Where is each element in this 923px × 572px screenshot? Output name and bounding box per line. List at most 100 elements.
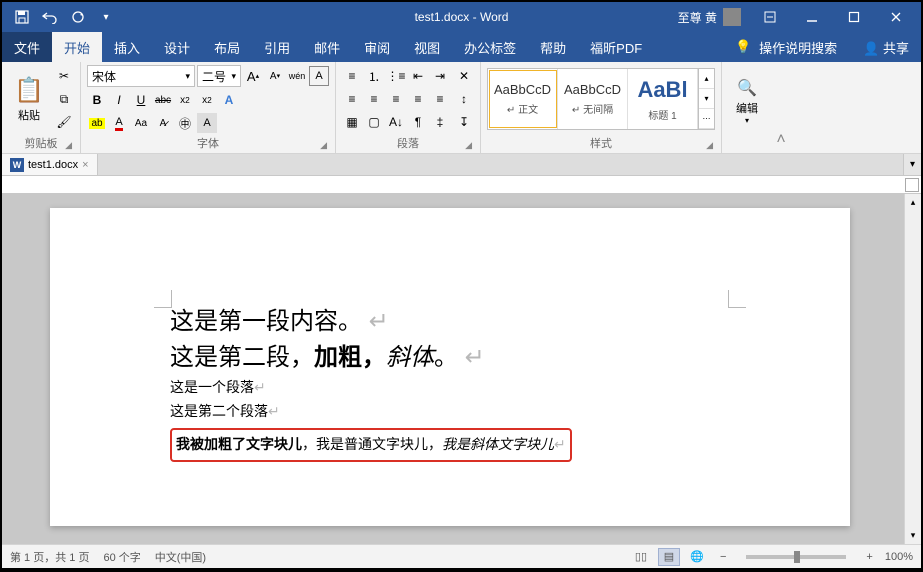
tab-review[interactable]: 审阅 (352, 32, 402, 62)
increase-indent-button[interactable]: ⇥ (430, 66, 450, 86)
ruler-toggle[interactable] (905, 178, 919, 192)
doc-paragraph[interactable]: 我被加粗了文字块儿，我是普通文字块儿，我是斜体文字块儿↵ (176, 438, 566, 453)
asian-layout-button[interactable]: ✕ (454, 66, 474, 86)
underline-button[interactable]: U (131, 90, 151, 110)
styles-launcher[interactable]: ◢ (706, 140, 713, 151)
style-heading1[interactable]: AaBl 标题 1 (628, 69, 698, 129)
tabbar-menu[interactable]: ▾ (903, 154, 921, 175)
paste-button[interactable]: 📋 粘贴 (8, 66, 50, 132)
tab-help[interactable]: 帮助 (528, 32, 578, 62)
page[interactable]: 这是第一段内容。 ↵ 这是第二段，加粗，斜体。 ↵ 这是一个段落↵ 这是第二个段… (50, 208, 850, 526)
shrink-font-button[interactable]: A▾ (265, 66, 285, 86)
doc-paragraph[interactable]: 这是第一段内容。 ↵ (170, 304, 730, 340)
tab-home[interactable]: 开始 (52, 32, 102, 62)
tab-mailings[interactable]: 邮件 (302, 32, 352, 62)
paragraph-launcher[interactable]: ◢ (465, 140, 472, 151)
borders-button[interactable]: ▢ (364, 112, 384, 132)
tab-design[interactable]: 设计 (152, 32, 202, 62)
style-no-spacing[interactable]: AaBbCcD ↵ 无间隔 (558, 69, 628, 129)
scroll-track[interactable] (905, 211, 921, 527)
multilevel-button[interactable]: ⋮≡ (386, 66, 406, 86)
styles-gallery-more[interactable]: ▴▾⋯ (698, 69, 714, 129)
read-mode-button[interactable]: ▯▯ (630, 548, 652, 566)
subscript-button[interactable]: x2 (175, 90, 195, 110)
circled-char-button[interactable]: ㊥ (175, 113, 195, 133)
tab-insert[interactable]: 插入 (102, 32, 152, 62)
numbering-button[interactable]: ⒈ (364, 66, 384, 86)
tab-office-tabs[interactable]: 办公标签 (452, 32, 528, 62)
vertical-scrollbar[interactable]: ▴ ▾ (904, 194, 921, 544)
justify-button[interactable]: ≡ (408, 89, 428, 109)
distributed-button[interactable]: ≡ (430, 89, 450, 109)
share-button[interactable]: 👤 共享 (863, 38, 909, 57)
bold-button[interactable]: B (87, 90, 107, 110)
horizontal-ruler[interactable] (2, 176, 921, 194)
font-color-button[interactable]: A (109, 113, 129, 133)
doc-paragraph[interactable]: 这是一个段落↵ (170, 376, 730, 400)
zoom-thumb[interactable] (794, 551, 800, 563)
close-tab-button[interactable]: × (82, 159, 88, 171)
document-tab[interactable]: W test1.docx × (2, 154, 98, 175)
maximize-button[interactable] (833, 2, 875, 32)
redo-button[interactable] (66, 5, 90, 29)
copy-button[interactable]: ⧉ (54, 89, 74, 109)
clear-format-button[interactable]: A̷ (153, 113, 173, 133)
phonetic-button[interactable]: wén (287, 66, 307, 86)
font-size-combo[interactable]: 二号▾ (197, 65, 241, 87)
zoom-in-button[interactable]: + (860, 551, 878, 563)
decrease-indent-button[interactable]: ⇤ (408, 66, 428, 86)
minimize-button[interactable] (791, 2, 833, 32)
page-status[interactable]: 第 1 页，共 1 页 (10, 549, 89, 565)
line-spacing-button[interactable]: ‡ (430, 112, 450, 132)
tab-foxit[interactable]: 福昕PDF (578, 32, 654, 62)
print-layout-button[interactable]: ▤ (658, 548, 680, 566)
tab-file[interactable]: 文件 (2, 32, 52, 62)
shading-button[interactable]: ▦ (342, 112, 362, 132)
scroll-down-button[interactable]: ▾ (905, 527, 921, 544)
save-button[interactable] (10, 5, 34, 29)
scroll-up-button[interactable]: ▴ (905, 194, 921, 211)
change-case-button[interactable]: Aa (131, 113, 151, 133)
font-launcher[interactable]: ◢ (320, 140, 327, 151)
tell-me-input[interactable]: 操作说明搜索 (759, 38, 837, 57)
cut-button[interactable]: ✂ (54, 66, 74, 86)
undo-button[interactable] (38, 5, 62, 29)
align-center-button[interactable]: ≡ (364, 89, 384, 109)
align-left-button[interactable]: ≡ (342, 89, 362, 109)
bullets-button[interactable]: ≡ (342, 66, 362, 86)
clipboard-launcher[interactable]: ◢ (65, 140, 72, 151)
char-shading-button[interactable]: A (197, 113, 217, 133)
web-layout-button[interactable]: 🌐 (686, 548, 708, 566)
qat-customize[interactable]: ▾ (94, 5, 118, 29)
format-painter-button[interactable]: 🖌 (54, 112, 74, 132)
para-misc-button[interactable]: ↧ (454, 112, 474, 132)
collapse-ribbon-button[interactable]: ˄ (772, 62, 790, 153)
style-normal[interactable]: AaBbCcD ↵ 正文 (488, 69, 558, 129)
doc-paragraph[interactable]: 这是第二个段落↵ (170, 400, 730, 424)
highlight-color-button[interactable]: ab (87, 113, 107, 133)
line-spacing2-button[interactable]: ↕ (454, 89, 474, 109)
char-border-button[interactable]: A (309, 66, 329, 86)
strike-button[interactable]: abc (153, 90, 173, 110)
show-marks-button[interactable]: ¶ (408, 112, 428, 132)
editing-dropdown[interactable]: 🔍 编辑 ▾ (728, 68, 766, 134)
zoom-level[interactable]: 100% (885, 551, 913, 563)
tab-layout[interactable]: 布局 (202, 32, 252, 62)
text-effects-button[interactable]: A (219, 90, 239, 110)
language-status[interactable]: 中文(中国) (155, 549, 206, 565)
zoom-out-button[interactable]: − (714, 551, 732, 563)
grow-font-button[interactable]: A▴ (243, 66, 263, 86)
word-count[interactable]: 60 个字 (103, 549, 140, 565)
font-name-combo[interactable]: 宋体▾ (87, 65, 195, 87)
tab-references[interactable]: 引用 (252, 32, 302, 62)
align-right-button[interactable]: ≡ (386, 89, 406, 109)
doc-paragraph[interactable]: 这是第二段，加粗，斜体。 ↵ (170, 340, 730, 376)
close-button[interactable] (875, 2, 917, 32)
italic-button[interactable]: I (109, 90, 129, 110)
superscript-button[interactable]: x2 (197, 90, 217, 110)
zoom-slider[interactable] (746, 555, 846, 559)
ribbon-options-button[interactable] (749, 2, 791, 32)
user-account[interactable]: 至尊 黄 (678, 8, 741, 26)
sort-button[interactable]: A↓ (386, 112, 406, 132)
tab-view[interactable]: 视图 (402, 32, 452, 62)
